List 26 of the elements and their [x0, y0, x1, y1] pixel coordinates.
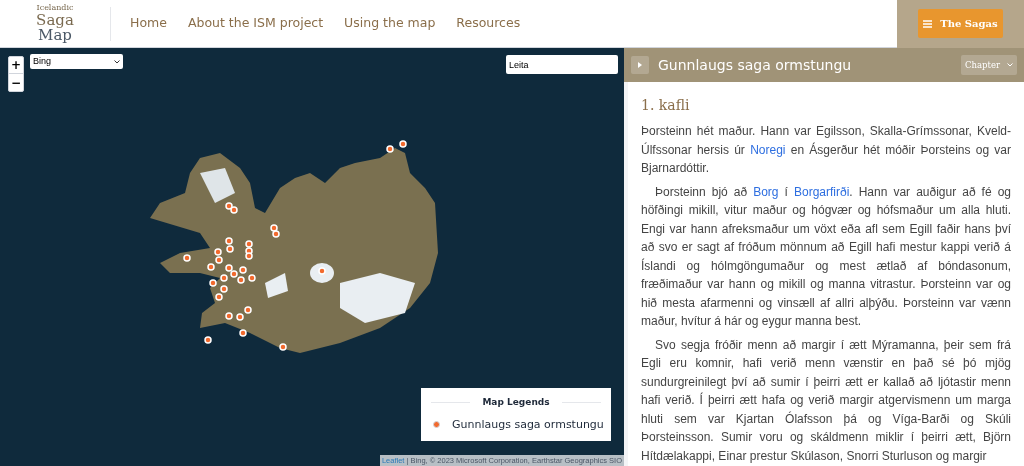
logo[interactable]: Icelandic Saga Map	[0, 0, 110, 48]
nav-link[interactable]: Home	[130, 14, 167, 33]
zoom-out-button[interactable]: −	[9, 74, 23, 91]
chevron-down-icon	[114, 59, 120, 64]
saga-title: Gunnlaugs saga ormstungu	[658, 55, 852, 75]
legend-title: Map Legends	[482, 396, 550, 409]
collapse-panel-button[interactable]	[631, 56, 649, 74]
legend-label: Gunnlaugs saga ormstungu	[452, 416, 604, 433]
caret-right-icon	[638, 62, 642, 68]
nav-link[interactable]: Using the map	[344, 14, 436, 33]
chevron-down-icon	[1007, 63, 1013, 67]
logo-text: Icelandic	[36, 4, 74, 12]
place-link[interactable]: Noregi	[750, 142, 786, 157]
logo-text: Saga	[36, 13, 74, 28]
saga-paragraph: Þorsteinn hét maður. Hann var Egilsson, Skalla-Grímssonar, Kveld-Úlfssonar hersis úr Noregi en Ásgerður hét móðir Þorsteins og var Bjarnardóttir.	[641, 123, 1011, 177]
zoom-in-button[interactable]: +	[9, 57, 23, 74]
layer-select[interactable]: Bing	[30, 54, 123, 69]
logo-text: Map	[38, 28, 72, 43]
saga-paragraph: Þorsteinn bjó að Borg í Borgarfirði. Hann var auðigur að fé og höfðingi mikill, vitur maður og hógvær og hófsmaður um alla hluti. Engi var hann afreksmaður um vöxt eða afl sem Egill faðir hans því að svo er sagt af fróðum mönnum að Egill hafi mestur kappi verið á Íslandi og hólmgöngumaður og mest ætlað af bóndasonum, fræðimaður var hann og mikill og manna vitrastur. Þorsteinn var og hið mesta afarmenni og vinsæll af allri alþýðu. Þorsteinn var vænn maður, hvítur á hár og eygur manna best.	[641, 183, 1011, 330]
saga-paragraph: Svo segja fróðir menn að margir í ætt Mýramanna, þeir sem frá Egli eru komnir, hafi verið menn vænstir en það sé þó mjög sundurgreinilegt því að sumir í þeirri ætt er kallað að ljótastir menn hafi verið. Í þeirri ætt hafa og verið margir atgervismenn um marga hluti sem var Kjartan Ólafsson þá og Víga-Barði og Skúli Þorsteinsson. Sumir voru og skáldmenn miklir í þeirri ætt, Björn Hítdælakappi, Einar prestur Skúlason, Snorri Sturluson og margir	[641, 336, 1011, 465]
menu-icon	[923, 19, 933, 28]
place-link[interactable]: Borg	[753, 184, 779, 199]
nav-link[interactable]: About the ISM project	[187, 14, 324, 33]
search-field[interactable]: Leita	[506, 55, 618, 74]
nav-link[interactable]: Resources	[456, 14, 521, 33]
chapter-heading: 1. kafli	[641, 96, 691, 114]
